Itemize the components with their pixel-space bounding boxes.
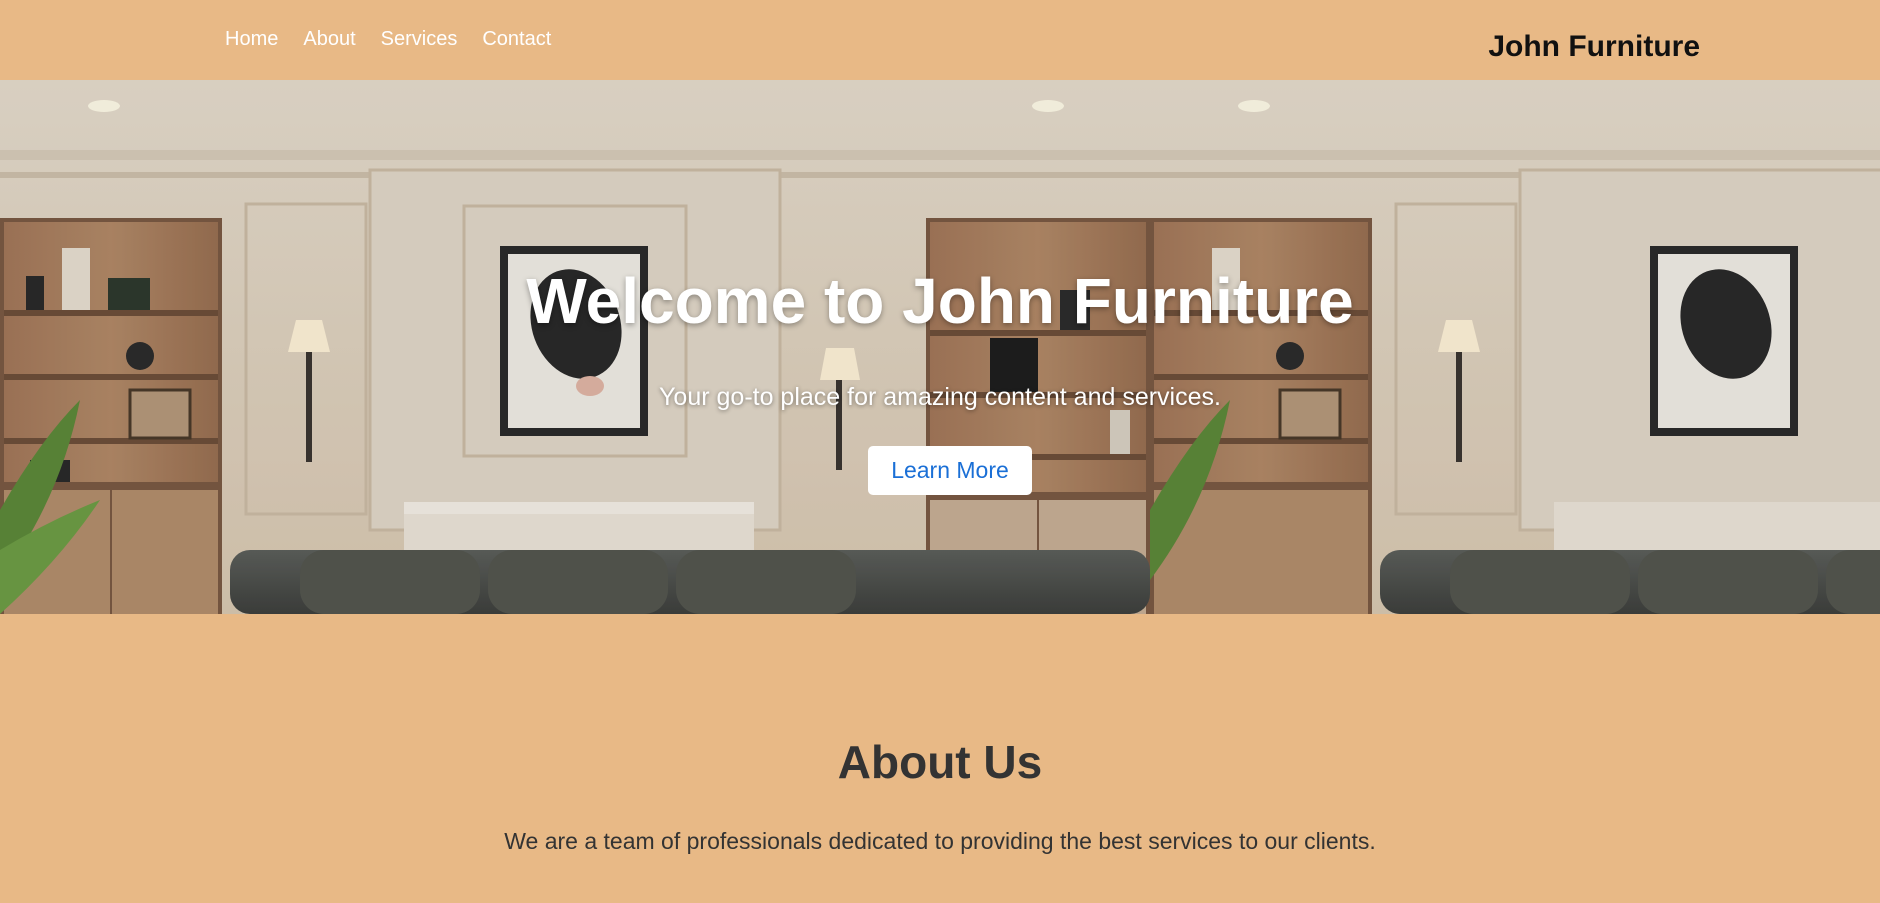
nav-contact-link[interactable]: Contact	[482, 27, 551, 51]
hero-content: Welcome to John Furniture Your go-to pla…	[0, 80, 1880, 614]
hero-title: Welcome to John Furniture	[526, 265, 1354, 337]
about-title: About Us	[837, 736, 1043, 788]
nav-services-link[interactable]: Services	[381, 27, 458, 51]
nav-home-link[interactable]: Home	[225, 27, 278, 51]
site-header: Home About Services Contact John Furnitu…	[0, 0, 1880, 80]
nav-about-link[interactable]: About	[303, 27, 355, 51]
hero-subtitle: Your go-to place for amazing content and…	[659, 383, 1221, 411]
learn-more-button[interactable]: Learn More	[868, 446, 1032, 495]
brand-logo-text: John Furniture	[1488, 30, 1700, 63]
about-text: We are a team of professionals dedicated…	[504, 828, 1376, 854]
main-nav: Home About Services Contact	[225, 27, 551, 51]
hero-section: Welcome to John Furniture Your go-to pla…	[0, 80, 1880, 614]
